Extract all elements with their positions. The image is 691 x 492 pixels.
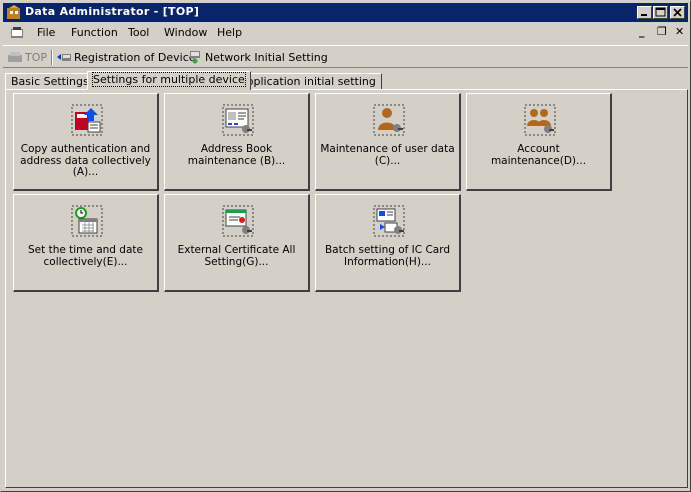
registration-label: Registration of Device	[74, 50, 196, 64]
certificate-icon	[222, 205, 254, 237]
title-bar[interactable]: Data Administrator - [TOP]	[3, 3, 688, 22]
menu-file-label: File	[37, 26, 56, 39]
address-book-label: Address Book maintenance (B)...	[187, 143, 286, 167]
ic-card-icon	[373, 205, 405, 237]
certificate-tile[interactable]: External Certificate All Setting(G)...	[164, 194, 310, 292]
toolbar: TOP Registration of Device Network Initi…	[3, 45, 688, 68]
menu-window-label: Window	[164, 26, 208, 39]
tab-application-initial-setting-label: Application initial setting	[239, 75, 376, 88]
copy-data-label: Copy authentication and address data col…	[20, 143, 151, 178]
top-button[interactable]: TOP	[7, 49, 47, 65]
restore-button[interactable]	[653, 6, 668, 19]
registration-icon	[57, 54, 71, 61]
copy-data-icon	[71, 104, 103, 136]
registration-button[interactable]: Registration of Device	[56, 49, 196, 65]
certificate-label: External Certificate All Setting(G)...	[177, 244, 296, 268]
application-window: Data Administrator - [TOP] File Function…	[0, 0, 691, 492]
close-button[interactable]	[670, 6, 685, 19]
minimize-icon	[641, 14, 647, 16]
tab-settings-multiple-device[interactable]: Settings for multiple device	[87, 71, 251, 90]
menu-help-label: Help	[217, 26, 243, 39]
toolbar-separator	[51, 50, 53, 65]
network-button[interactable]: Network Initial Setting	[187, 49, 328, 65]
tab-application-initial-setting[interactable]: Application initial setting	[233, 73, 382, 90]
user-data-tile[interactable]: Maintenance of user data (C)...	[315, 93, 461, 191]
address-book-icon	[222, 104, 254, 136]
menu-function-label: Function	[71, 26, 118, 39]
tab-settings-multiple-device-label: Settings for multiple device	[92, 72, 246, 87]
user-data-icon	[373, 104, 405, 136]
mdi-minimize-button[interactable]: _	[639, 25, 645, 38]
minimize-button[interactable]	[637, 6, 652, 19]
mdi-close-button[interactable]: ✕	[675, 25, 684, 38]
ic-card-label: Batch setting of IC Card Information(H).…	[324, 244, 451, 268]
menu-tool-label: Tool	[128, 26, 150, 39]
menu-help[interactable]: Help	[217, 26, 242, 39]
tab-basic-settings-label: Basic Settings	[11, 75, 89, 88]
network-icon	[190, 51, 200, 64]
time-date-tile[interactable]: Set the time and date collectively(E)...	[13, 194, 159, 292]
restore-icon	[655, 7, 666, 17]
network-label: Network Initial Setting	[205, 50, 328, 64]
menu-tool[interactable]: Tool	[128, 26, 149, 39]
account-label: Account maintenance(D)...	[490, 143, 587, 167]
time-date-label: Set the time and date collectively(E)...	[28, 244, 143, 268]
clock-calendar-icon	[71, 205, 103, 237]
tab-panel: Copy authentication and address data col…	[5, 89, 688, 488]
user-data-label: Maintenance of user data (C)...	[320, 143, 455, 167]
account-icon	[524, 104, 556, 136]
document-icon[interactable]	[9, 25, 25, 41]
menu-file[interactable]: File	[37, 26, 55, 39]
tab-basic-settings[interactable]: Basic Settings	[5, 73, 95, 90]
menu-bar: File Function Tool Window Help _ ❐ ✕	[3, 23, 688, 43]
top-label: TOP	[25, 50, 48, 64]
top-icon	[8, 52, 22, 62]
close-icon	[673, 8, 682, 17]
menu-function[interactable]: Function	[71, 26, 118, 39]
window-title: Data Administrator - [TOP]	[25, 5, 200, 18]
ic-card-tile[interactable]: Batch setting of IC Card Information(H).…	[315, 194, 461, 292]
mdi-restore-button[interactable]: ❐	[657, 25, 667, 38]
account-tile[interactable]: Account maintenance(D)...	[466, 93, 612, 191]
app-icon	[7, 5, 20, 19]
menu-window[interactable]: Window	[164, 26, 207, 39]
address-book-tile[interactable]: Address Book maintenance (B)...	[164, 93, 310, 191]
copy-data-tile[interactable]: Copy authentication and address data col…	[13, 93, 159, 191]
